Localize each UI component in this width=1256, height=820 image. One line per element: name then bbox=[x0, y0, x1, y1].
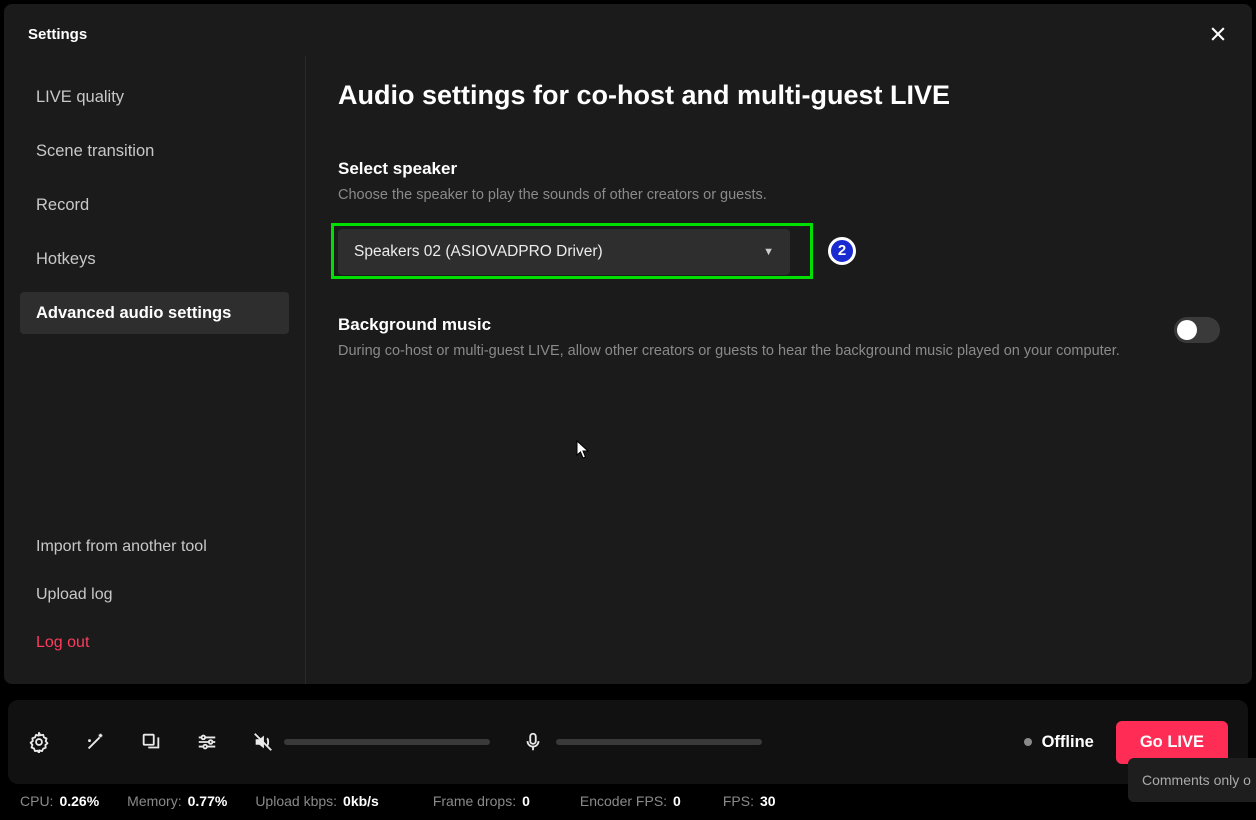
import-link[interactable]: Import from another tool bbox=[20, 530, 289, 564]
mic-button[interactable] bbox=[520, 729, 546, 755]
comments-panel-stub: Comments only o bbox=[1128, 758, 1256, 802]
sidebar-item-label: Hotkeys bbox=[36, 250, 96, 269]
sidebar-item-label: Advanced audio settings bbox=[36, 304, 231, 323]
sidebar-item-label: Scene transition bbox=[36, 142, 154, 161]
chevron-down-icon: ▼ bbox=[763, 246, 774, 258]
layers-icon bbox=[140, 731, 162, 753]
mute-speaker-button[interactable] bbox=[250, 729, 276, 755]
stat-encoder-fps: Encoder FPS:0 bbox=[580, 793, 681, 809]
bgm-toggle[interactable] bbox=[1174, 317, 1220, 343]
sidebar-item-advanced-audio[interactable]: Advanced audio settings bbox=[20, 292, 289, 334]
stat-memory: Memory:0.77% bbox=[127, 793, 227, 809]
modal-title: Settings bbox=[28, 26, 87, 43]
speaker-section: Select speaker Choose the speaker to pla… bbox=[338, 159, 1220, 275]
sliders-icon bbox=[196, 731, 218, 753]
volume-slider[interactable] bbox=[284, 739, 490, 745]
sidebar-item-scene-transition[interactable]: Scene transition bbox=[20, 130, 289, 172]
sidebar-item-hotkeys[interactable]: Hotkeys bbox=[20, 238, 289, 280]
close-button[interactable] bbox=[1204, 20, 1232, 48]
annotation-badge-2: 2 bbox=[828, 237, 856, 265]
bgm-section: Background music During co-host or multi… bbox=[338, 315, 1220, 363]
toggle-knob bbox=[1177, 320, 1197, 340]
status-dot-icon bbox=[1024, 738, 1032, 746]
stat-upload: Upload kbps:0kb/s bbox=[255, 793, 379, 809]
magic-wand-icon bbox=[84, 731, 106, 753]
bgm-section-desc: During co-host or multi-guest LIVE, allo… bbox=[338, 341, 1120, 363]
magic-wand-button[interactable] bbox=[82, 729, 108, 755]
modal-header: Settings bbox=[4, 4, 1252, 56]
sidebar-item-label: Record bbox=[36, 196, 89, 215]
speaker-muted-icon bbox=[252, 731, 274, 753]
layers-button[interactable] bbox=[138, 729, 164, 755]
speaker-select[interactable]: Speakers 02 (ASIOVADPRO Driver) ▼ bbox=[338, 229, 790, 275]
page-title: Audio settings for co-host and multi-gue… bbox=[338, 80, 1220, 111]
close-icon bbox=[1208, 24, 1228, 44]
logout-link[interactable]: Log out bbox=[20, 626, 289, 660]
sliders-button[interactable] bbox=[194, 729, 220, 755]
stat-cpu: CPU:0.26% bbox=[20, 793, 99, 809]
settings-button[interactable] bbox=[26, 729, 52, 755]
speaker-section-desc: Choose the speaker to play the sounds of… bbox=[338, 185, 767, 207]
settings-sidebar: LIVE quality Scene transition Record Hot… bbox=[4, 56, 306, 684]
modal-body: LIVE quality Scene transition Record Hot… bbox=[4, 56, 1252, 684]
status-text: Offline bbox=[1042, 733, 1094, 752]
settings-content: Audio settings for co-host and multi-gue… bbox=[306, 56, 1252, 684]
mic-slider[interactable] bbox=[556, 739, 762, 745]
stats-bar: CPU:0.26% Memory:0.77% Upload kbps:0kb/s… bbox=[20, 790, 776, 812]
stream-status: Offline bbox=[1024, 733, 1094, 752]
sidebar-item-record[interactable]: Record bbox=[20, 184, 289, 226]
stat-fps: FPS:30 bbox=[723, 793, 776, 809]
sidebar-item-label: LIVE quality bbox=[36, 88, 124, 107]
speaker-section-title: Select speaker bbox=[338, 159, 767, 179]
microphone-icon bbox=[522, 731, 544, 753]
sidebar-item-live-quality[interactable]: LIVE quality bbox=[20, 76, 289, 118]
upload-log-link[interactable]: Upload log bbox=[20, 578, 289, 612]
speaker-select-value: Speakers 02 (ASIOVADPRO Driver) bbox=[354, 243, 603, 261]
bgm-section-title: Background music bbox=[338, 315, 1120, 335]
settings-modal: Settings LIVE quality Scene transition R… bbox=[4, 4, 1252, 684]
bottom-toolbar: Offline Go LIVE bbox=[8, 700, 1248, 784]
stat-frame-drops: Frame drops:0 bbox=[433, 793, 530, 809]
gear-icon bbox=[28, 731, 50, 753]
